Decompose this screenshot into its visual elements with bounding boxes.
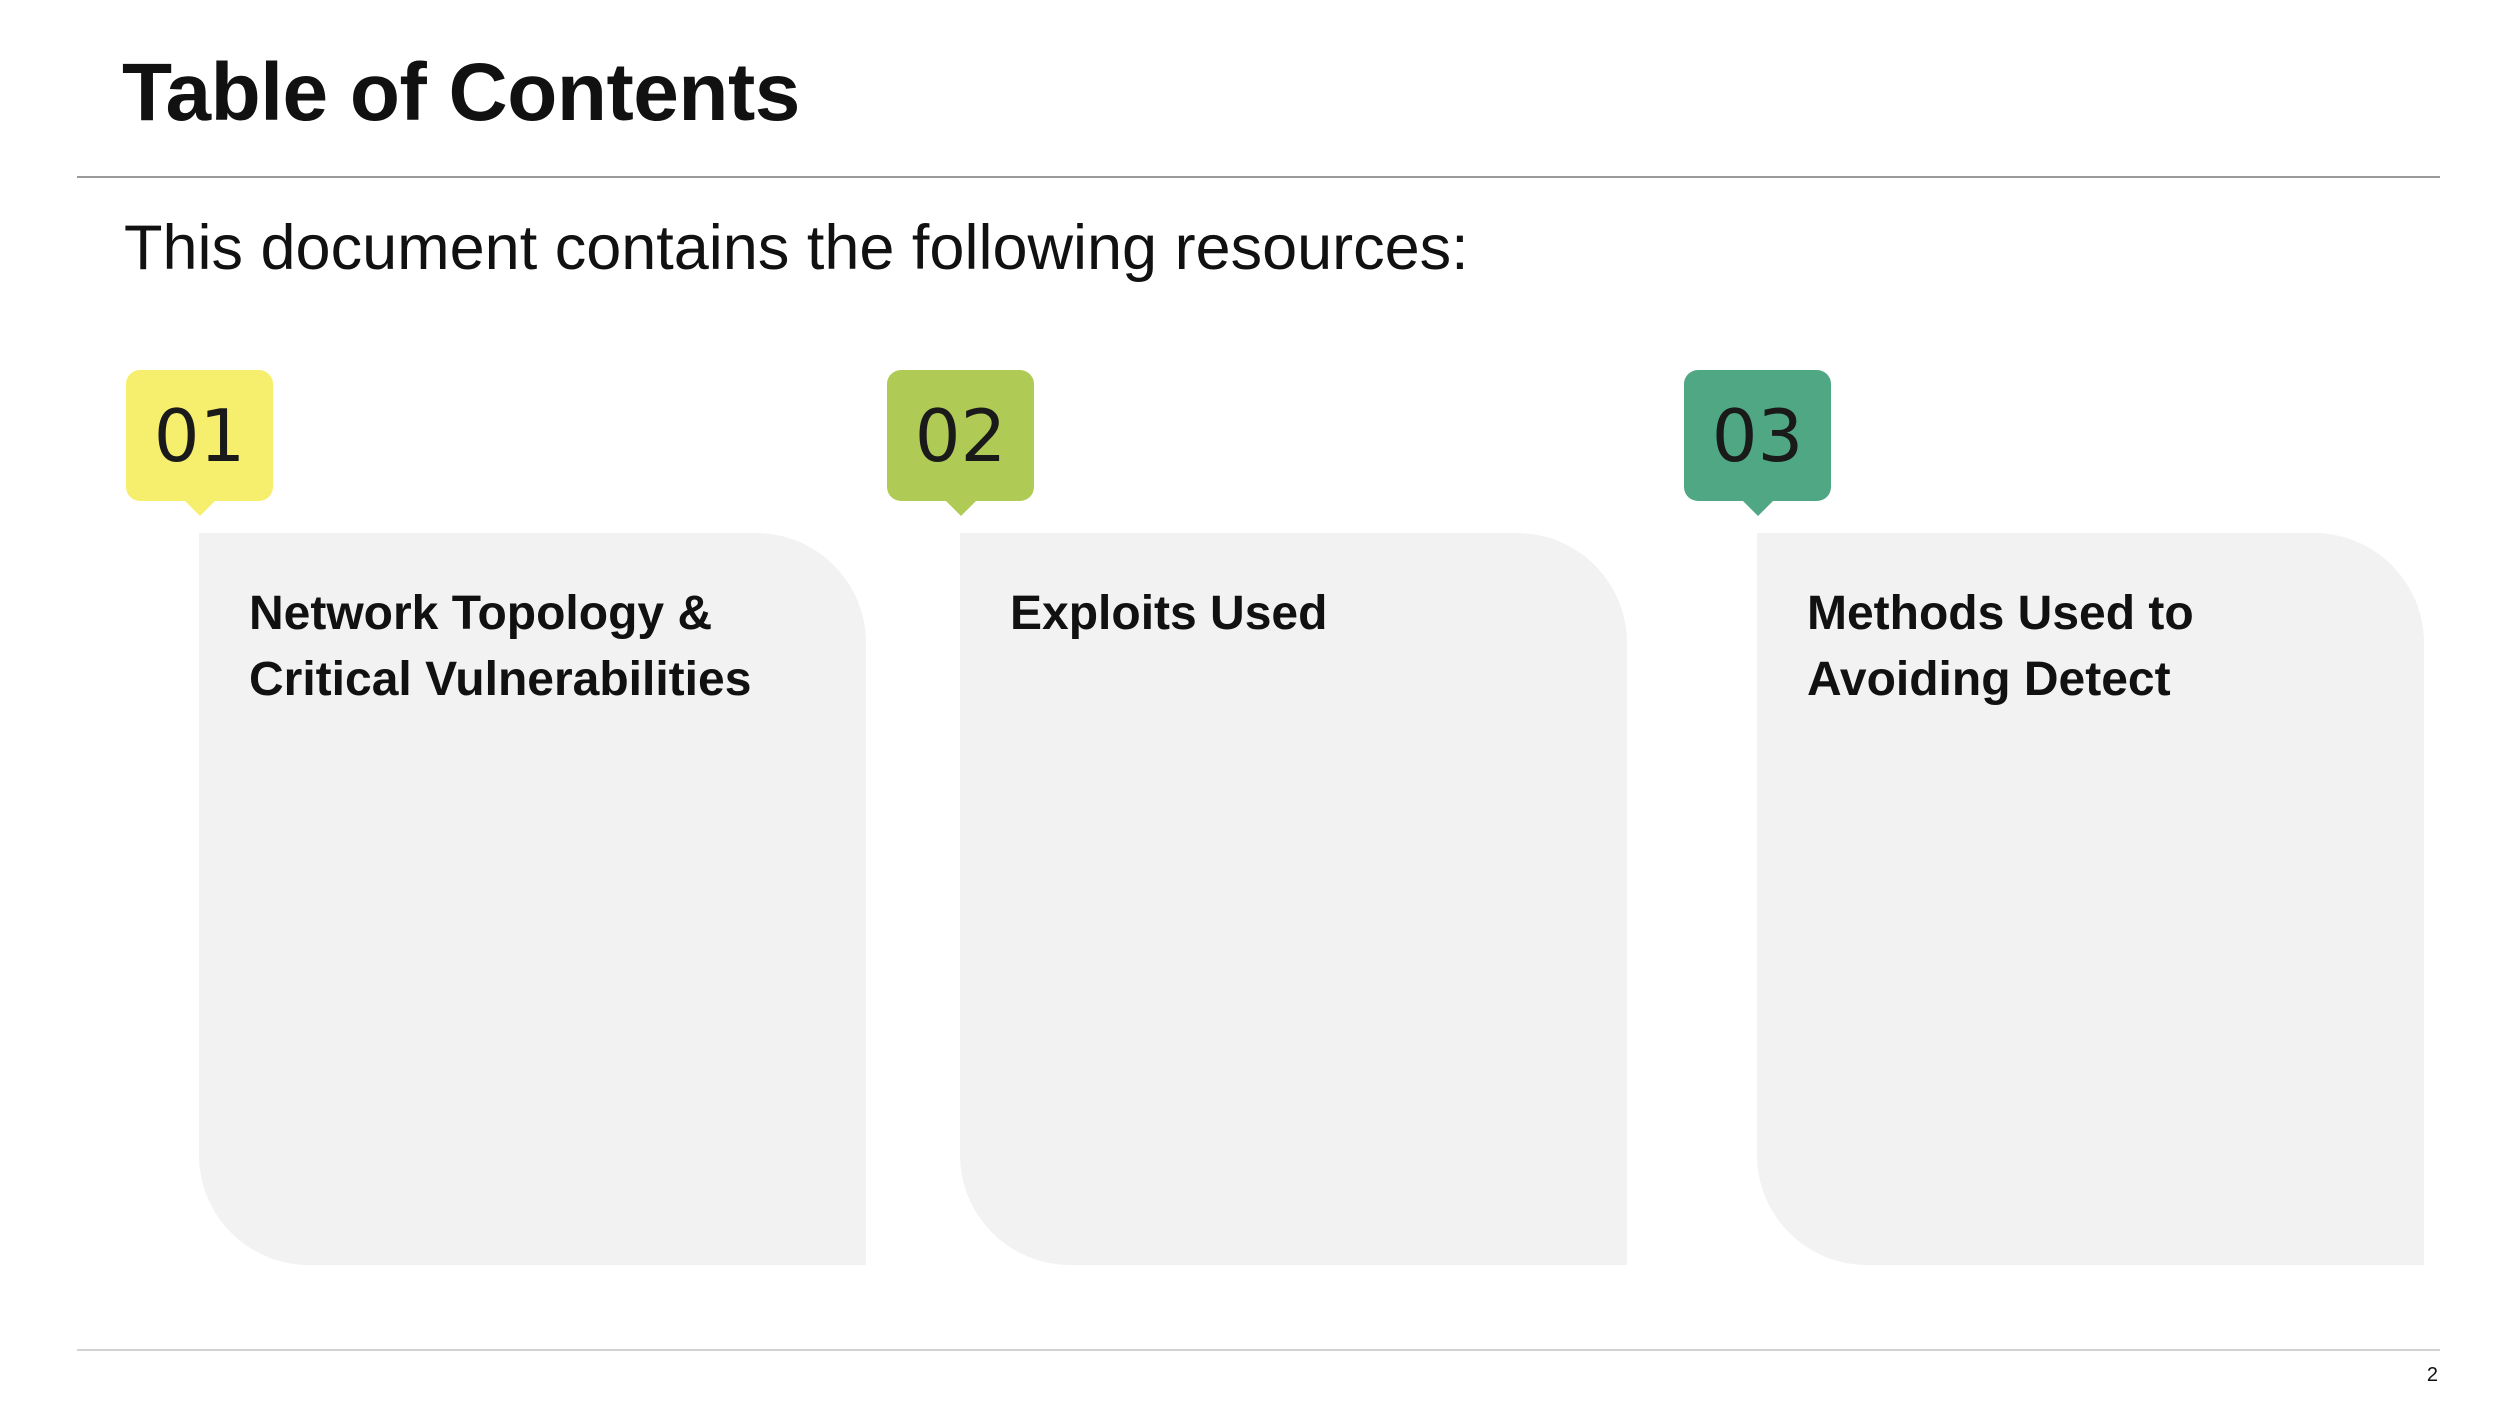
badge-pointer: [1742, 500, 1774, 516]
toc-card: Network Topology & Critical Vulnerabilit…: [199, 533, 866, 1265]
toc-item-1[interactable]: 01 Network Topology & Critical Vulnerabi…: [126, 370, 896, 1265]
page-subtitle: This document contains the following res…: [124, 213, 1469, 283]
title-divider: [77, 176, 2440, 178]
number-badge: 01: [126, 370, 273, 501]
page-number: 2: [2426, 1364, 2438, 1386]
number-badge: 02: [887, 370, 1034, 501]
toc-card: Exploits Used: [960, 533, 1627, 1265]
badge-pointer: [945, 500, 977, 516]
badge-number: 01: [153, 393, 246, 478]
badge-number: 02: [914, 393, 1007, 478]
toc-card: Methods Used to Avoiding Detect: [1757, 533, 2424, 1265]
toc-card-heading: Exploits Used: [1010, 587, 1328, 640]
toc-item-2[interactable]: 02 Exploits Used: [887, 370, 1657, 1265]
page-title: Table of Contents: [122, 47, 800, 138]
badge-pointer: [184, 500, 216, 516]
badge-number: 03: [1711, 393, 1804, 478]
toc-card-heading: Methods Used to Avoiding Detect: [1807, 587, 2194, 706]
footer-divider: [77, 1349, 2440, 1351]
toc-item-3[interactable]: 03 Methods Used to Avoiding Detect: [1684, 370, 2454, 1265]
number-badge: 03: [1684, 370, 1831, 501]
slide: Table of Contents This document contains…: [0, 0, 2500, 1406]
toc-card-heading: Network Topology & Critical Vulnerabilit…: [249, 587, 752, 706]
